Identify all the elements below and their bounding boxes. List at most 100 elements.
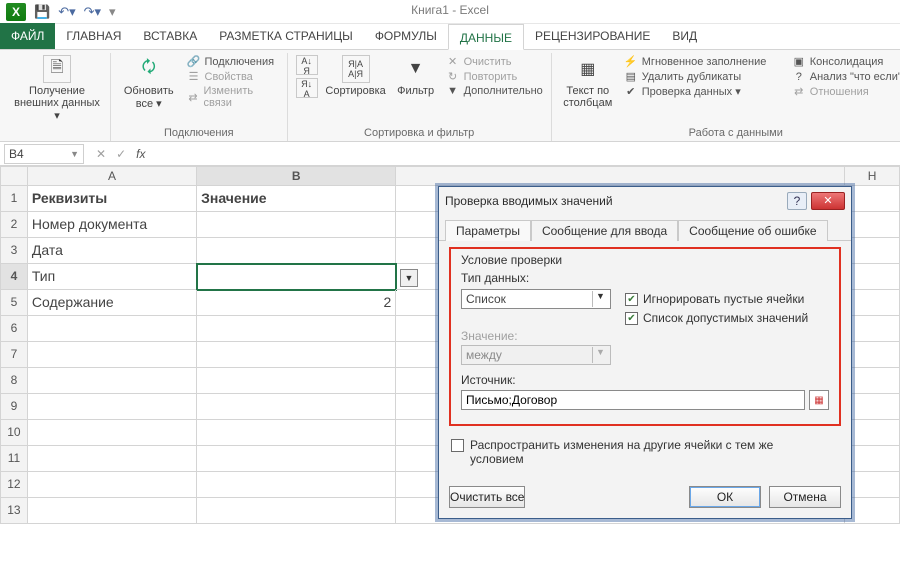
clear-filter-button: ✕Очистить <box>446 55 543 68</box>
tab-page-layout[interactable]: РАЗМЕТКА СТРАНИЦЫ <box>208 23 364 49</box>
row-header[interactable]: 11 <box>0 446 28 472</box>
row-header[interactable]: 13 <box>0 498 28 524</box>
properties-icon: ☰ <box>187 70 201 83</box>
ok-button[interactable]: ОК <box>689 486 761 508</box>
row-header[interactable]: 2 <box>0 212 28 238</box>
refresh-all-button[interactable]: 🗘 Обновить все ▾ <box>119 55 179 110</box>
tab-review[interactable]: РЕЦЕНЗИРОВАНИЕ <box>524 23 661 49</box>
checkbox-checked-icon: ✔ <box>625 293 638 306</box>
edit-links-icon: ⇄ <box>187 91 200 104</box>
value-combo: между▼ <box>461 345 611 365</box>
what-if-button[interactable]: ?Анализ "что если" ▾ <box>792 70 900 83</box>
source-label: Источник: <box>461 373 829 387</box>
checkbox-unchecked-icon <box>451 439 464 452</box>
range-picker-button[interactable]: ▦ <box>809 390 829 410</box>
name-box[interactable]: B4▼ <box>4 144 84 164</box>
cell[interactable]: Дата <box>28 238 197 264</box>
row-header[interactable]: 10 <box>0 420 28 446</box>
row-header[interactable]: 12 <box>0 472 28 498</box>
flash-fill-icon: ⚡ <box>624 55 638 68</box>
checkbox-checked-icon: ✔ <box>625 312 638 325</box>
in-cell-dropdown-checkbox[interactable]: ✔Список допустимых значений <box>625 311 808 325</box>
tab-formulas[interactable]: ФОРМУЛЫ <box>364 23 448 49</box>
advanced-filter-button[interactable]: ▼Дополнительно <box>446 85 543 97</box>
row-header[interactable]: 5 <box>0 290 28 316</box>
clear-all-button[interactable]: Очистить все <box>449 486 525 508</box>
cancel-button[interactable]: Отмена <box>769 486 841 508</box>
properties-button: ☰Свойства <box>187 70 279 83</box>
text-to-columns-icon: ▦ <box>574 55 602 83</box>
ignore-blank-checkbox[interactable]: ✔Игнорировать пустые ячейки <box>625 292 804 306</box>
dialog-close-button[interactable]: ✕ <box>811 192 845 210</box>
data-tools-group-label: Работа с данными <box>560 127 900 139</box>
col-header-b[interactable]: B <box>197 166 396 186</box>
tab-file[interactable]: ФАЙЛ <box>0 23 55 49</box>
formula-bar: B4▼ ✕ ✓ fx <box>0 142 900 166</box>
dialog-title: Проверка вводимых значений <box>445 194 613 208</box>
dialog-tab-error-alert[interactable]: Сообщение об ошибке <box>678 220 827 241</box>
get-external-data-button[interactable]: 🗎 Получение внешних данных ▾ <box>12 55 102 122</box>
advanced-icon: ▼ <box>446 85 460 97</box>
clear-icon: ✕ <box>446 55 460 68</box>
tab-home[interactable]: ГЛАВНАЯ <box>55 23 132 49</box>
connections-button[interactable]: 🔗Подключения <box>187 55 279 68</box>
row-header[interactable]: 3 <box>0 238 28 264</box>
fx-icon[interactable]: fx <box>136 147 145 161</box>
row-header[interactable]: 7 <box>0 342 28 368</box>
cell[interactable]: Номер документа <box>28 212 197 238</box>
cancel-formula-icon: ✕ <box>96 147 106 161</box>
data-type-combo[interactable]: Список▼ <box>461 289 611 309</box>
chevron-down-icon: ▼ <box>592 291 608 307</box>
tab-insert[interactable]: ВСТАВКА <box>132 23 208 49</box>
dialog-tab-input-message[interactable]: Сообщение для ввода <box>531 220 678 241</box>
enter-formula-icon: ✓ <box>116 147 126 161</box>
data-type-label: Тип данных: <box>461 271 829 285</box>
row-header[interactable]: 4 <box>0 264 28 290</box>
row-header[interactable]: 1 <box>0 186 28 212</box>
flash-fill-button[interactable]: ⚡Мгновенное заполнение <box>624 55 784 68</box>
validation-criteria-legend: Условие проверки <box>461 253 829 267</box>
row-header[interactable]: 6 <box>0 316 28 342</box>
cell[interactable] <box>197 212 396 238</box>
data-validation-button[interactable]: ✔Проверка данных ▾ <box>624 85 784 98</box>
col-header-a[interactable]: A <box>28 166 197 186</box>
sort-desc-button[interactable]: Я↓А <box>296 78 318 98</box>
propagate-checkbox[interactable]: Распространить изменения на другие ячейк… <box>451 438 839 466</box>
chevron-down-icon: ▼ <box>592 347 608 363</box>
dialog-help-button[interactable]: ? <box>787 192 807 210</box>
cell[interactable]: Значение <box>197 186 396 212</box>
consolidate-icon: ▣ <box>792 55 806 68</box>
data-validation-icon: ✔ <box>624 85 638 98</box>
row-header[interactable]: 8 <box>0 368 28 394</box>
row-header[interactable]: 9 <box>0 394 28 420</box>
cell[interactable]: Содержание <box>28 290 197 316</box>
get-external-data-icon: 🗎 <box>43 55 71 83</box>
cell[interactable]: Реквизиты <box>28 186 197 212</box>
source-input[interactable] <box>461 390 805 410</box>
filter-icon: ▼ <box>402 55 430 83</box>
in-cell-dropdown-button[interactable]: ▼ <box>400 269 418 287</box>
what-if-icon: ? <box>792 71 806 83</box>
remove-duplicates-icon: ▤ <box>624 70 638 83</box>
col-header-h[interactable]: H <box>845 166 900 186</box>
active-cell[interactable] <box>197 264 396 290</box>
cell[interactable]: 2 <box>197 290 396 316</box>
validation-criteria-fieldset: Условие проверки Тип данных: Список▼ ✔Иг… <box>449 247 841 426</box>
text-to-columns-button[interactable]: ▦ Текст по столбцам <box>560 55 616 109</box>
cell[interactable]: Тип <box>28 264 197 290</box>
edit-links-button: ⇄Изменить связи <box>187 85 279 109</box>
consolidate-button[interactable]: ▣Консолидация <box>792 55 900 68</box>
reapply-filter-button: ↻Повторить <box>446 70 543 83</box>
tab-view[interactable]: ВИД <box>661 23 708 49</box>
filter-button[interactable]: ▼ Фильтр <box>394 55 438 97</box>
sort-filter-group-label: Сортировка и фильтр <box>296 127 543 139</box>
select-all-corner[interactable] <box>0 166 28 186</box>
tab-data[interactable]: ДАННЫЕ <box>448 24 524 50</box>
sort-asc-button[interactable]: А↓Я <box>296 55 318 75</box>
range-picker-icon: ▦ <box>814 395 823 406</box>
cell[interactable] <box>197 238 396 264</box>
dialog-tab-parameters[interactable]: Параметры <box>445 220 531 241</box>
remove-duplicates-button[interactable]: ▤Удалить дубликаты <box>624 70 784 83</box>
ribbon-tabs: ФАЙЛ ГЛАВНАЯ ВСТАВКА РАЗМЕТКА СТРАНИЦЫ Ф… <box>0 24 900 50</box>
sort-button[interactable]: Я|АА|Я Сортировка <box>326 55 386 97</box>
